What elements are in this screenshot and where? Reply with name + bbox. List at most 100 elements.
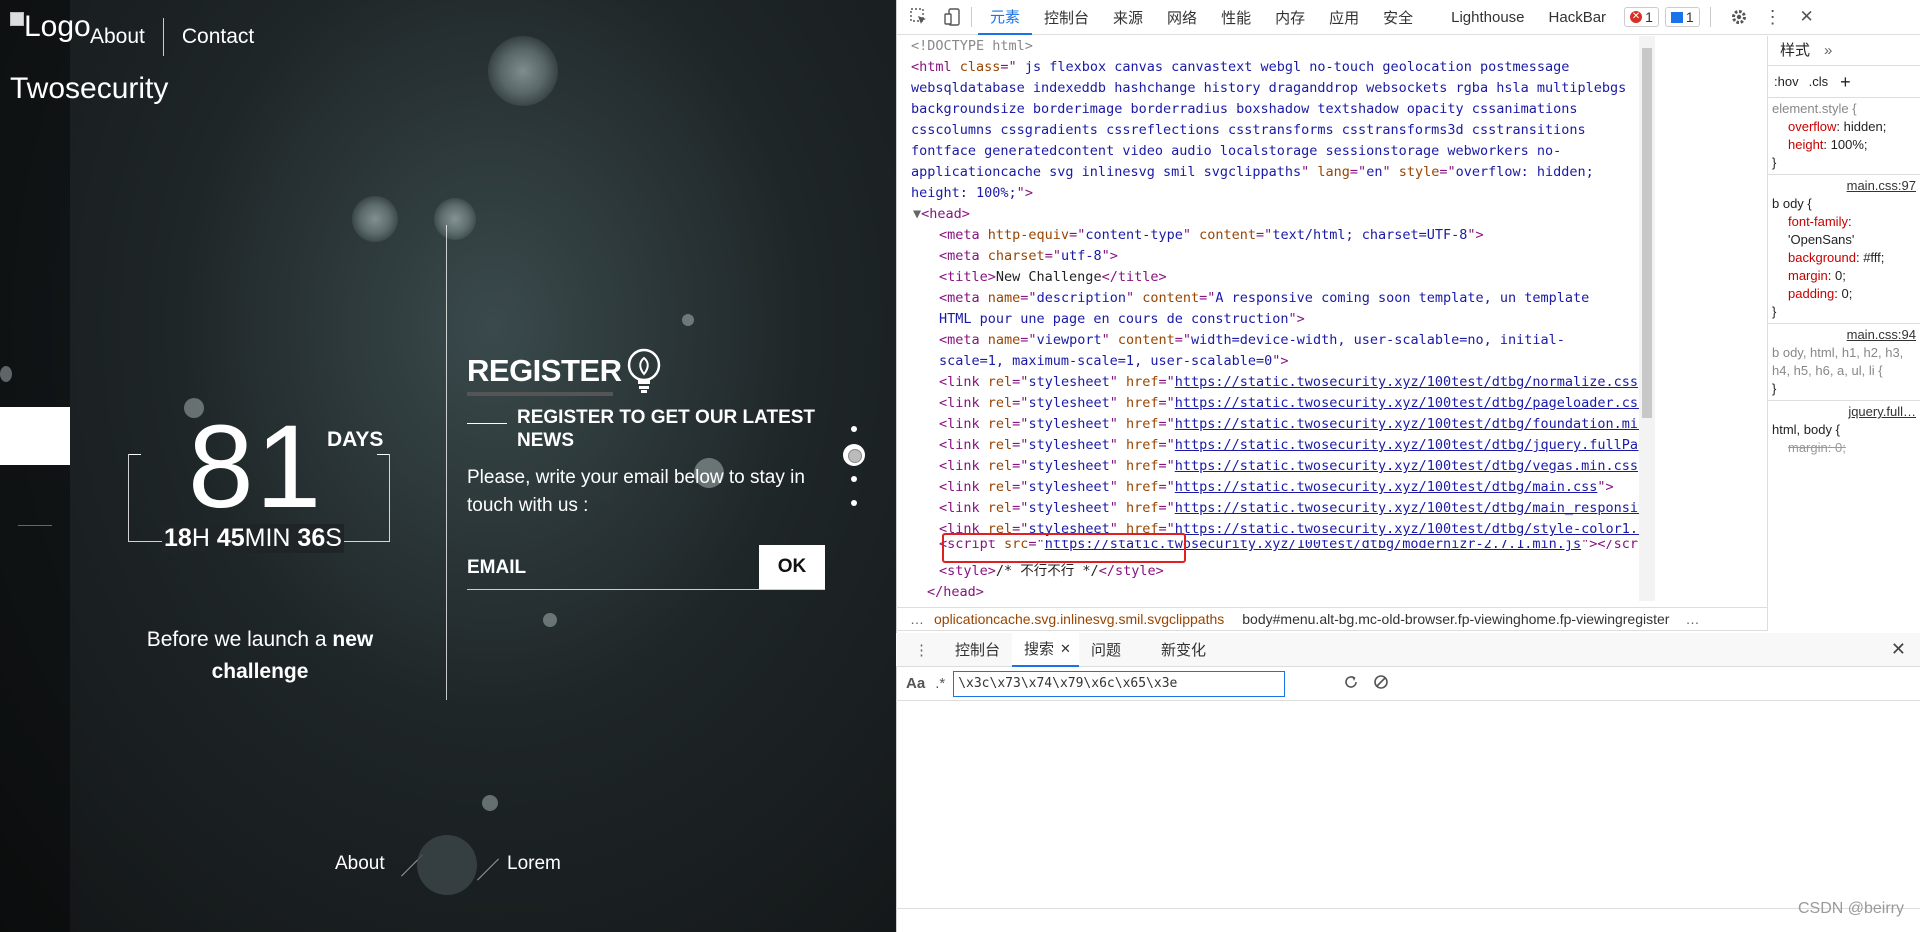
styles-pane: 样式 » :hov .cls + element.style { overflo… bbox=[1767, 36, 1920, 631]
property-name: height bbox=[1788, 137, 1824, 152]
ok-button[interactable]: OK bbox=[759, 545, 825, 589]
side-menu-block[interactable] bbox=[0, 407, 70, 465]
device-toolbar-icon[interactable] bbox=[941, 5, 965, 29]
stylesheet-link[interactable]: https://static.twosecurity.xyz/100test/d… bbox=[1175, 416, 1639, 432]
pager-dot[interactable] bbox=[851, 476, 857, 482]
stylesheet-link[interactable]: https://static.twosecurity.xyz/100test/d… bbox=[1175, 395, 1639, 411]
close-search-tab-icon[interactable]: ✕ bbox=[1060, 641, 1071, 657]
refresh-icon[interactable] bbox=[1343, 674, 1359, 694]
tab-lighthouse[interactable]: Lighthouse bbox=[1439, 0, 1536, 35]
dom-link-node[interactable]: <link rel="stylesheet" href="https://sta… bbox=[899, 393, 1639, 414]
stylesheet-link[interactable]: https://static.twosecurity.xyz/100test/d… bbox=[1175, 437, 1639, 453]
style-property[interactable]: padding: 0; bbox=[1772, 285, 1916, 303]
pager-dot[interactable] bbox=[851, 500, 857, 506]
meta-equiv-value: content-type bbox=[1085, 227, 1183, 243]
drawer-tab-whats-new[interactable]: 新变化 bbox=[1149, 639, 1218, 660]
drawer-tab-issues[interactable]: 问题 bbox=[1079, 639, 1133, 660]
style-property[interactable]: background: #fff; bbox=[1772, 249, 1916, 267]
more-tabs-icon[interactable]: » bbox=[1824, 42, 1832, 60]
left-dark-strip bbox=[0, 0, 70, 932]
tab-security[interactable]: 安全 bbox=[1371, 0, 1425, 35]
pager-dot[interactable] bbox=[851, 426, 857, 432]
dom-html-node[interactable]: <html class=" js flexbox canvas canvaste… bbox=[899, 57, 1629, 204]
stylesheet-link[interactable]: https://static.twosecurity.xyz/100test/d… bbox=[1175, 479, 1598, 495]
pager-dot-active[interactable] bbox=[843, 444, 865, 466]
dom-link-node[interactable]: <link rel="stylesheet" href="https://sta… bbox=[899, 498, 1639, 519]
close-devtools-icon[interactable]: ✕ bbox=[1795, 5, 1819, 29]
footer-lorem-link[interactable]: Lorem bbox=[507, 853, 561, 875]
style-property[interactable]: overflow: hidden; bbox=[1772, 118, 1916, 136]
nav-contact-link[interactable]: Contact bbox=[182, 25, 254, 49]
dom-link-node[interactable]: <link rel="stylesheet" href="https://sta… bbox=[899, 456, 1639, 477]
side-divider bbox=[18, 525, 52, 526]
breadcrumb-item-html[interactable]: oplicationcache.svg.inlinesvg.smil.svgcl… bbox=[934, 611, 1224, 627]
dom-link-node[interactable]: <link rel="stylesheet" href="https://sta… bbox=[899, 372, 1639, 393]
style-property[interactable]: margin: 0; bbox=[1772, 439, 1916, 457]
stylesheet-link[interactable]: https://static.twosecurity.xyz/100test/d… bbox=[1175, 458, 1638, 474]
rule-source-link[interactable]: main.css:97 bbox=[1772, 177, 1916, 195]
dom-meta-node[interactable]: <meta charset="utf-8"> bbox=[899, 246, 1639, 267]
styles-header: 样式 » bbox=[1768, 36, 1920, 66]
rule-end: } bbox=[1772, 304, 1777, 319]
tab-performance[interactable]: 性能 bbox=[1209, 0, 1263, 35]
close-drawer-icon[interactable]: ✕ bbox=[1891, 639, 1906, 660]
drawer-menu-icon[interactable]: ⋮ bbox=[914, 641, 929, 659]
property-name: margin bbox=[1788, 268, 1828, 283]
watermark: CSDN @beirry bbox=[1797, 900, 1904, 917]
styles-tab[interactable]: 样式 bbox=[1780, 42, 1810, 60]
bokeh-light bbox=[488, 36, 558, 106]
stylesheet-link[interactable]: https://static.twosecurity.xyz/100test/d… bbox=[1175, 500, 1639, 516]
message-count-badge[interactable]: 1 bbox=[1664, 7, 1700, 27]
dom-head-node[interactable]: ▼<head> bbox=[899, 204, 1639, 225]
stylesheet-link[interactable]: https://static.twosecurity.xyz/100test/d… bbox=[1175, 374, 1638, 390]
logo-image[interactable]: Logo bbox=[10, 10, 91, 44]
new-rule-button[interactable]: + bbox=[1840, 73, 1851, 91]
rule-source-link[interactable]: jquery.full… bbox=[1772, 403, 1916, 421]
tab-hackbar[interactable]: HackBar bbox=[1537, 0, 1619, 35]
tab-application[interactable]: 应用 bbox=[1317, 0, 1371, 35]
dom-meta-node[interactable]: <meta http-equiv="content-type" content=… bbox=[899, 225, 1639, 246]
brand-name[interactable]: Twosecurity bbox=[10, 72, 168, 106]
email-field[interactable]: EMAIL bbox=[467, 557, 526, 579]
footer-circle-button[interactable] bbox=[417, 835, 477, 895]
more-options-icon[interactable]: ⋮ bbox=[1761, 5, 1785, 29]
style-property[interactable]: font-family: 'OpenSans' bbox=[1772, 213, 1916, 249]
dom-title-node[interactable]: <title>New Challenge</title> bbox=[899, 267, 1639, 288]
tab-console[interactable]: 控制台 bbox=[1032, 0, 1101, 35]
hover-state-toggle[interactable]: :hov bbox=[1774, 73, 1799, 91]
style-property[interactable]: height: 100%; bbox=[1772, 136, 1916, 154]
dom-doctype[interactable]: <!DOCTYPE html> bbox=[899, 36, 1639, 57]
dom-link-node[interactable]: <link rel="stylesheet" href="https://sta… bbox=[899, 414, 1639, 435]
settings-gear-icon[interactable] bbox=[1727, 5, 1751, 29]
status-divider bbox=[896, 908, 1920, 909]
drawer-tab-search[interactable]: 搜索 ✕ bbox=[1012, 632, 1079, 667]
tab-network[interactable]: 网络 bbox=[1155, 0, 1209, 35]
breadcrumb-item-body[interactable]: body#menu.alt-bg.mc-old-browser.fp-viewi… bbox=[1242, 611, 1669, 627]
breadcrumb-overflow[interactable]: … bbox=[1685, 611, 1699, 627]
tab-memory[interactable]: 内存 bbox=[1263, 0, 1317, 35]
dom-link-node[interactable]: <link rel="stylesheet" href="https://sta… bbox=[899, 477, 1639, 498]
dom-scrollbar-thumb[interactable] bbox=[1642, 48, 1652, 418]
tab-sources[interactable]: 来源 bbox=[1101, 0, 1155, 35]
dom-scrollbar[interactable] bbox=[1639, 36, 1655, 601]
dom-meta-node[interactable]: <meta name="viewport" content="width=dev… bbox=[899, 330, 1629, 372]
drawer-tab-console[interactable]: 控制台 bbox=[943, 639, 1012, 660]
regex-toggle[interactable]: .* bbox=[935, 675, 945, 692]
class-toggle[interactable]: .cls bbox=[1809, 73, 1829, 91]
tab-elements[interactable]: 元素 bbox=[978, 0, 1033, 35]
nav-about-link[interactable]: About bbox=[90, 25, 145, 49]
clear-search-icon[interactable] bbox=[1373, 674, 1389, 694]
breadcrumb-overflow[interactable]: … bbox=[910, 611, 924, 627]
dom-meta-node[interactable]: <meta name="description" content="A resp… bbox=[899, 288, 1629, 330]
bokeh-light bbox=[0, 366, 12, 382]
search-input[interactable] bbox=[953, 670, 1286, 697]
stylesheet-link[interactable]: https://static.twosecurity.xyz/100test/d… bbox=[1175, 521, 1639, 537]
footer-about-link[interactable]: About bbox=[335, 853, 385, 875]
rule-source-link[interactable]: main.css:94 bbox=[1772, 326, 1916, 344]
dom-link-node[interactable]: <link rel="stylesheet" href="https://sta… bbox=[899, 435, 1639, 456]
match-case-toggle[interactable]: Aa bbox=[906, 675, 925, 692]
error-count-badge[interactable]: ✕ 1 bbox=[1624, 7, 1659, 27]
property-value: 'OpenSans' bbox=[1788, 232, 1855, 247]
inspect-element-icon[interactable] bbox=[907, 5, 931, 29]
style-property[interactable]: margin: 0; bbox=[1772, 267, 1916, 285]
